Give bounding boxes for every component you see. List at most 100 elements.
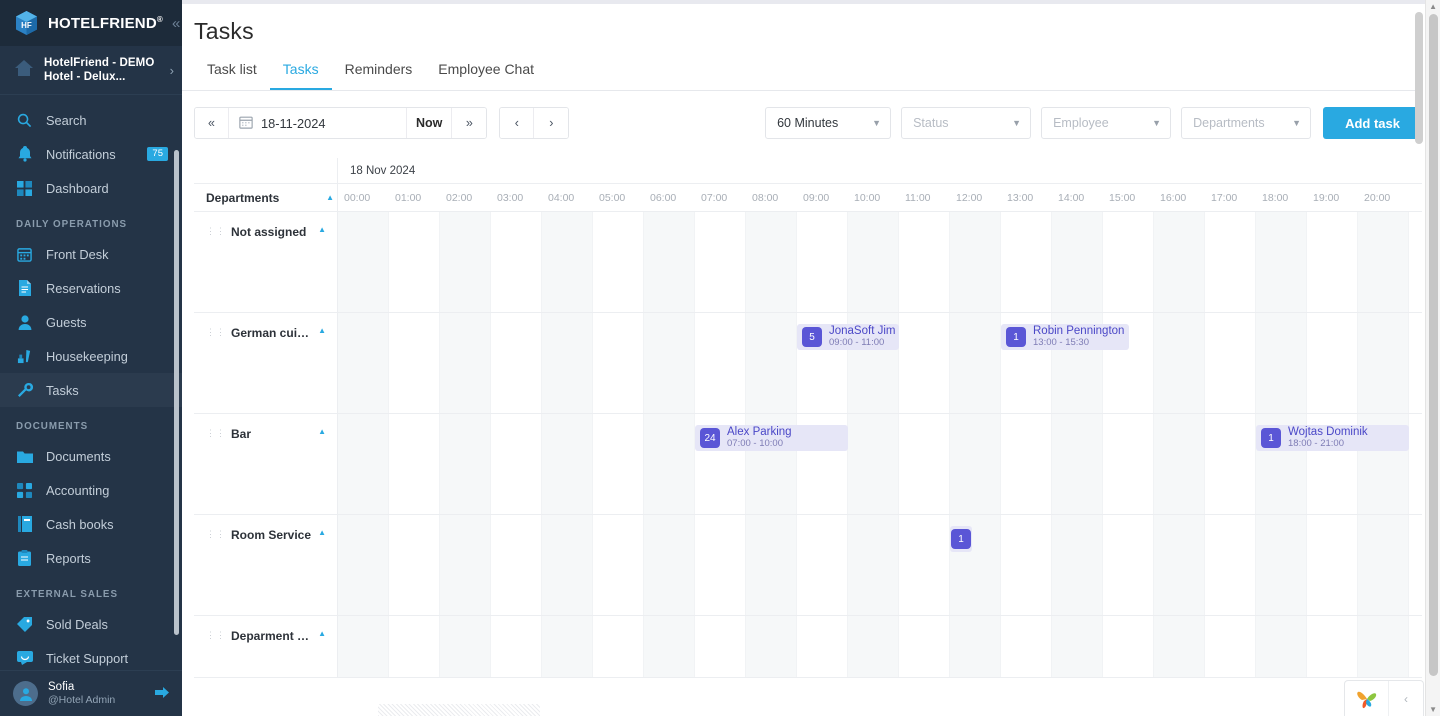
task-card[interactable]: 1 Wojtas Dominik 18:00 - 21:00 bbox=[1256, 425, 1409, 451]
timeline-slot[interactable] bbox=[338, 616, 389, 677]
timeline-slot[interactable] bbox=[389, 313, 440, 413]
timeline-slot[interactable] bbox=[950, 212, 1001, 312]
timeline-slot[interactable] bbox=[1052, 414, 1103, 514]
timeline-slot[interactable] bbox=[1052, 515, 1103, 615]
collapse-row-icon[interactable]: ▲ bbox=[318, 225, 329, 234]
timeline-slot[interactable] bbox=[389, 212, 440, 312]
timeline-slot[interactable] bbox=[1205, 414, 1256, 514]
sidebar-item-reservations[interactable]: Reservations bbox=[0, 271, 182, 305]
timeline-slot[interactable] bbox=[1001, 616, 1052, 677]
sidebar-item-tasks[interactable]: Tasks bbox=[0, 373, 182, 407]
sidebar-item-cash-books[interactable]: Cash books bbox=[0, 507, 182, 541]
timeline-slot[interactable] bbox=[746, 313, 797, 413]
timeline-slot[interactable] bbox=[848, 515, 899, 615]
timeline-slot[interactable] bbox=[338, 515, 389, 615]
tab-reminders[interactable]: Reminders bbox=[332, 61, 426, 90]
task-card[interactable]: 24 Alex Parking 07:00 - 10:00 bbox=[695, 425, 848, 451]
timeline-slot[interactable] bbox=[1256, 616, 1307, 677]
collapse-row-icon[interactable]: ▲ bbox=[318, 326, 329, 335]
user-profile[interactable]: Sofia @Hotel Admin bbox=[0, 670, 182, 716]
timeline-slot[interactable] bbox=[695, 313, 746, 413]
collapse-row-icon[interactable]: ▲ bbox=[318, 629, 329, 638]
scroll-down-icon[interactable]: ▼ bbox=[1429, 705, 1437, 714]
add-task-button[interactable]: Add task bbox=[1323, 107, 1422, 139]
timeline-slot[interactable] bbox=[797, 515, 848, 615]
sidebar-scrollbar[interactable] bbox=[173, 46, 180, 635]
drag-handle-icon[interactable]: ⋮⋮ bbox=[206, 225, 226, 237]
timeline-slot[interactable] bbox=[440, 515, 491, 615]
sidebar-item-search[interactable]: Search bbox=[0, 103, 182, 137]
timeline-slot[interactable] bbox=[644, 515, 695, 615]
timeline-slot[interactable] bbox=[440, 414, 491, 514]
timeline-slot[interactable] bbox=[644, 313, 695, 413]
task-card[interactable]: 1 Robin Pennington 13:00 - 15:30 bbox=[1001, 324, 1129, 350]
timeline-slot[interactable] bbox=[1154, 414, 1205, 514]
timeline-slot[interactable] bbox=[695, 212, 746, 312]
timeline-slot[interactable] bbox=[1154, 212, 1205, 312]
timeline-slot[interactable] bbox=[338, 414, 389, 514]
timeline-slot[interactable] bbox=[1256, 313, 1307, 413]
timeline-slot[interactable] bbox=[491, 313, 542, 413]
timeline-slot[interactable] bbox=[593, 515, 644, 615]
timeline-slot[interactable] bbox=[542, 616, 593, 677]
timeline-slot[interactable] bbox=[542, 313, 593, 413]
content-scrollbar-thumb[interactable] bbox=[1415, 12, 1423, 144]
timeline-slot[interactable] bbox=[899, 414, 950, 514]
timeline-slot[interactable] bbox=[593, 414, 644, 514]
timeline-slot[interactable] bbox=[389, 515, 440, 615]
drag-handle-icon[interactable]: ⋮⋮ bbox=[206, 528, 226, 540]
timeline-slot[interactable] bbox=[1256, 212, 1307, 312]
timeline-slot[interactable] bbox=[593, 313, 644, 413]
timeline-slot[interactable] bbox=[695, 515, 746, 615]
timeline-slot[interactable] bbox=[1307, 515, 1358, 615]
sidebar-scrollbar-thumb[interactable] bbox=[174, 150, 179, 635]
timeline-slot[interactable] bbox=[899, 616, 950, 677]
now-button[interactable]: Now bbox=[407, 108, 453, 138]
timeline-slot[interactable] bbox=[1205, 616, 1256, 677]
timeline-slot[interactable] bbox=[1154, 616, 1205, 677]
timeline-slot[interactable] bbox=[1205, 515, 1256, 615]
timeline-slot[interactable] bbox=[797, 212, 848, 312]
timeline-slot[interactable] bbox=[644, 212, 695, 312]
timeline-slot[interactable] bbox=[746, 212, 797, 312]
tab-employee-chat[interactable]: Employee Chat bbox=[425, 61, 547, 90]
prev-day-button[interactable]: ‹ bbox=[500, 108, 535, 138]
status-select[interactable]: Status ▼ bbox=[901, 107, 1032, 139]
timeline-slot[interactable] bbox=[695, 616, 746, 677]
sidebar-item-documents[interactable]: Documents bbox=[0, 439, 182, 473]
timeline-lane[interactable]: 24 Alex Parking 07:00 - 10:00 1 Wojtas Domin… bbox=[338, 414, 1440, 514]
timeline-slot[interactable] bbox=[491, 515, 542, 615]
timeline-slot[interactable] bbox=[389, 616, 440, 677]
timeline-lane[interactable]: 5 JonaSoft Jim 09:00 - 11:00 1 Robin Penning… bbox=[338, 313, 1440, 413]
drag-handle-icon[interactable]: ⋮⋮ bbox=[206, 629, 226, 641]
timeline-slot[interactable] bbox=[848, 616, 899, 677]
timeline-slot[interactable] bbox=[899, 313, 950, 413]
hotel-selector[interactable]: HotelFriend - DEMO Hotel - Delux... › bbox=[0, 46, 182, 95]
departments-select[interactable]: Departments ▼ bbox=[1181, 107, 1312, 139]
timeline-lane[interactable]: 1 bbox=[338, 515, 1440, 615]
department-cell[interactable]: ⋮⋮ Deparment 22.11... ▲ bbox=[194, 616, 338, 677]
sidebar-item-guests[interactable]: Guests bbox=[0, 305, 182, 339]
timeline-slot[interactable] bbox=[848, 414, 899, 514]
scroll-up-icon[interactable]: ▲ bbox=[1429, 2, 1437, 11]
timeline-slot[interactable] bbox=[491, 616, 542, 677]
logout-arrow-icon[interactable] bbox=[155, 686, 170, 702]
sidebar-collapse-icon[interactable]: « bbox=[172, 16, 180, 31]
timeline-slot[interactable] bbox=[1103, 212, 1154, 312]
sidebar-item-accounting[interactable]: Accounting bbox=[0, 473, 182, 507]
timeline-slot[interactable] bbox=[1205, 313, 1256, 413]
next-day-button[interactable]: › bbox=[534, 108, 569, 138]
timeline-slot[interactable] bbox=[440, 616, 491, 677]
timeline-slot[interactable] bbox=[491, 212, 542, 312]
sidebar-item-sold-deals[interactable]: Sold Deals bbox=[0, 607, 182, 641]
collapse-row-icon[interactable]: ▲ bbox=[318, 528, 329, 537]
department-cell[interactable]: ⋮⋮ Not assigned ▲ bbox=[194, 212, 338, 312]
timeline-slot[interactable] bbox=[1001, 515, 1052, 615]
jump-back-button[interactable]: « bbox=[195, 108, 229, 138]
timeline-slot[interactable] bbox=[1358, 616, 1409, 677]
timeline-lane[interactable] bbox=[338, 616, 1440, 677]
timeline-slot[interactable] bbox=[644, 616, 695, 677]
timeline-slot[interactable] bbox=[542, 414, 593, 514]
timeline-slot[interactable] bbox=[1052, 616, 1103, 677]
timeline-slot[interactable] bbox=[1001, 414, 1052, 514]
